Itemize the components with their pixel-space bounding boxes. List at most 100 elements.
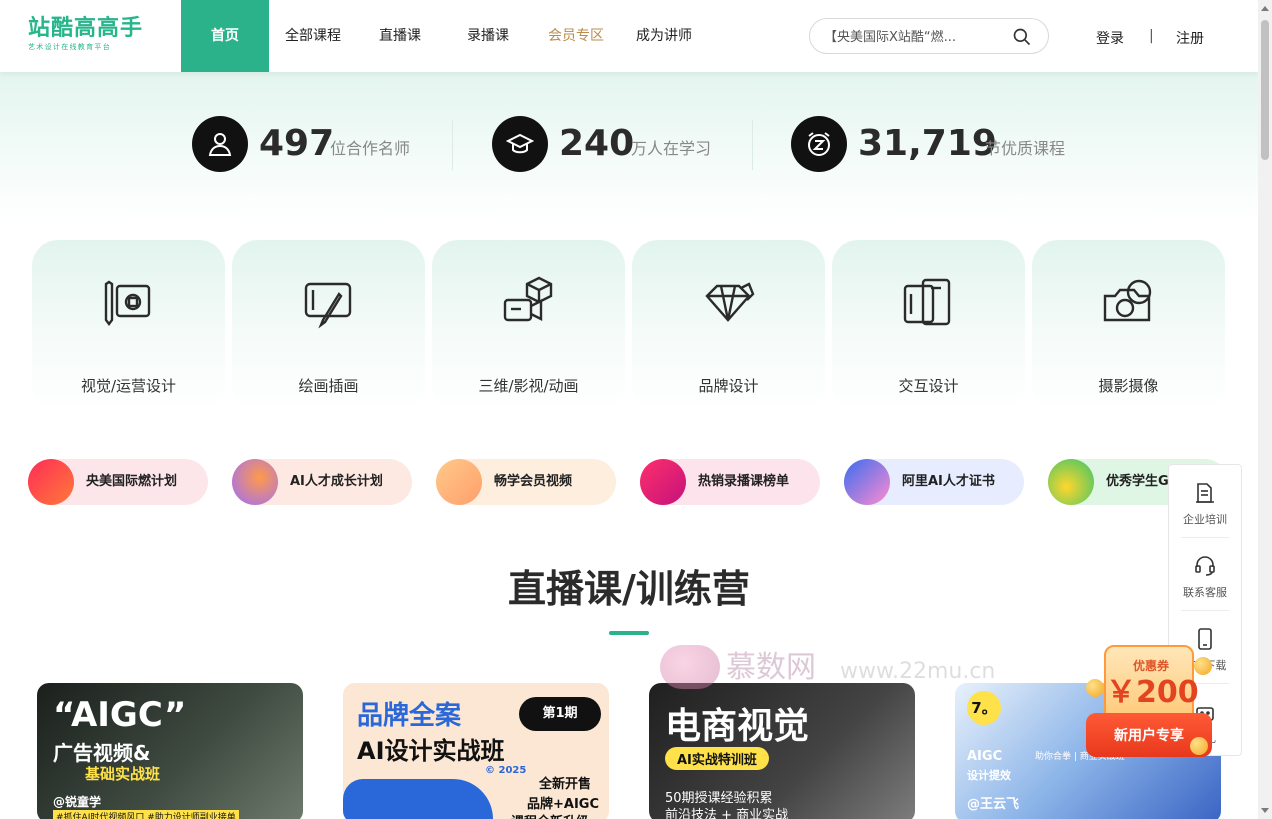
side-item-label: 联系客服 xyxy=(1183,586,1227,599)
nav-home[interactable]: 首页 xyxy=(181,0,269,72)
category-label: 品牌设计 xyxy=(698,377,759,395)
search-icon[interactable] xyxy=(1012,27,1032,47)
course-line: 前沿技法 + 商业实战 xyxy=(665,808,789,819)
stat-learners-number: 240 xyxy=(559,123,635,164)
devices-icon xyxy=(903,278,951,326)
ranking-logo-icon xyxy=(640,459,686,505)
nav-become-lecturer[interactable]: 成为讲师 xyxy=(628,0,700,72)
course-title: AIGC xyxy=(967,749,1003,764)
program-label: AI人才成长计划 xyxy=(290,474,383,489)
camera-icon xyxy=(1103,279,1152,322)
ai-growth-logo-icon xyxy=(232,459,278,505)
program-cafa-burn-plan[interactable]: 央美国际燃计划 xyxy=(28,459,208,505)
search-box xyxy=(809,18,1049,54)
course-title: 品牌全案 xyxy=(357,701,462,731)
new-user-coupon[interactable]: 优惠券 ￥200 新用户专享 xyxy=(1086,645,1212,760)
scroll-down-arrow-icon[interactable] xyxy=(1261,808,1269,813)
course-line: 课程全新升级 xyxy=(511,811,589,819)
site-header: 站酷高高手 艺术设计在线教育平台 首页 全部课程 直播课 录播课 会员专区 成为… xyxy=(0,0,1258,72)
program-hot-recorded-ranking[interactable]: 热销录播课榜单 xyxy=(640,459,820,505)
course-year: © 2025 xyxy=(485,765,527,776)
drawing-tablet-icon xyxy=(304,282,352,329)
customer-service-icon xyxy=(1195,556,1215,576)
program-ali-ai-certificate[interactable]: 阿里AI人才证书 xyxy=(844,459,1024,505)
category-interaction-design[interactable]: 交互设计 xyxy=(832,240,1025,412)
course-subtitle: AI设计实战班 xyxy=(357,737,505,765)
nav-all-courses[interactable]: 全部课程 xyxy=(276,0,350,72)
category-brand-design[interactable]: 品牌设计 xyxy=(632,240,825,412)
course-subtitle: 设计提效 xyxy=(967,769,1011,782)
coin-icon xyxy=(1194,657,1212,675)
course-note: #抓住AI时代视频风口 #助力设计师副业接单 xyxy=(53,810,239,819)
course-issue-badge: 第1期 xyxy=(519,697,601,731)
auth-separator: | xyxy=(1149,28,1154,44)
side-customer-service[interactable]: 联系客服 xyxy=(1169,538,1241,610)
register-link[interactable]: 注册 xyxy=(1176,28,1204,48)
program-label: 优秀学生G xyxy=(1106,474,1169,489)
login-link[interactable]: 登录 xyxy=(1096,28,1124,48)
site-logo[interactable]: 站酷高高手 艺术设计在线教育平台 xyxy=(28,16,148,56)
category-photography[interactable]: 摄影摄像 xyxy=(1032,240,1225,412)
program-label: 央美国际燃计划 xyxy=(86,474,178,489)
stat-teachers-number: 497 xyxy=(259,123,335,164)
side-enterprise-training[interactable]: 企业培训 xyxy=(1169,465,1241,537)
stat-learners: 240 万人在学习 xyxy=(492,116,732,172)
program-label: 畅学会员视频 xyxy=(494,474,573,489)
course-title: 电商视觉 xyxy=(665,706,810,747)
visual-design-icon xyxy=(104,280,151,326)
camera-3d-icon xyxy=(503,276,553,322)
category-drawing[interactable]: 绘画插画 xyxy=(232,240,425,412)
program-label: 阿里AI人才证书 xyxy=(902,474,995,489)
course-title: “AIGC” xyxy=(53,695,187,735)
certificate-logo-icon xyxy=(844,459,890,505)
stat-courses-number: 31,719 xyxy=(858,123,997,164)
logo-tagline: 艺术设计在线教育平台 xyxy=(28,43,111,51)
course-line: 全新开售 xyxy=(539,777,592,792)
coupon-kicker: 优惠券 xyxy=(1132,659,1169,673)
category-label: 视觉/运营设计 xyxy=(80,377,177,395)
course-blue-shape xyxy=(343,779,493,819)
nav-vip-zone[interactable]: 会员专区 xyxy=(541,0,611,72)
stat-teachers: 497 位合作名师 xyxy=(192,116,432,172)
stat-courses-label: 节优质课程 xyxy=(985,139,1066,158)
category-3d-video-animation[interactable]: 三维/影视/动画 xyxy=(432,240,625,412)
scrollbar-thumb[interactable] xyxy=(1261,20,1269,160)
scroll-up-arrow-icon[interactable] xyxy=(1261,6,1269,11)
teacher-icon xyxy=(192,116,248,172)
stat-learners-label: 万人在学习 xyxy=(631,139,712,158)
course-card-ecommerce-visual[interactable]: 电商视觉 AI实战特训班 50期授课经验积累 前沿技法 + 商业实战 xyxy=(649,683,915,819)
section-title: 直播课/训练营 xyxy=(508,567,750,611)
course-tag: AI实战特训班 xyxy=(665,747,769,770)
logo-name: 站酷高高手 xyxy=(28,16,144,41)
coin-icon xyxy=(1190,737,1208,755)
course-tag: 基础实战班 xyxy=(85,765,161,783)
brand-diamond-icon xyxy=(705,282,755,322)
students-logo-icon xyxy=(1048,459,1094,505)
side-item-label: 企业培训 xyxy=(1183,513,1227,526)
coupon-ticket: 优惠券 ￥200 xyxy=(1104,645,1199,723)
course-clock-icon xyxy=(791,116,847,172)
category-label: 绘画插画 xyxy=(298,377,359,395)
program-label: 热销录播课榜单 xyxy=(698,474,790,489)
course-card-brand-ai-design[interactable]: 品牌全案 第1期 AI设计实战班 © 2025 全新开售 品牌+AIGC 课程全… xyxy=(343,683,609,819)
watermark-text: 慕数网 xyxy=(726,650,816,685)
course-author: @锐童学 xyxy=(53,795,102,809)
section-underline xyxy=(609,631,649,635)
nav-recorded-courses[interactable]: 录播课 xyxy=(456,0,520,72)
category-label: 摄影摄像 xyxy=(1098,377,1159,395)
program-member-videos[interactable]: 畅学会员视频 xyxy=(436,459,616,505)
course-author: @王云飞 xyxy=(967,797,1020,812)
search-input[interactable] xyxy=(824,27,1004,47)
category-visual-design[interactable]: 视觉/运营设计 xyxy=(32,240,225,412)
category-label: 三维/影视/动画 xyxy=(478,377,579,395)
course-card-aigc-ad-video[interactable]: “AIGC” 广告视频& 基础实战班 @锐童学 #抓住AI时代视频风口 #助力设… xyxy=(37,683,303,819)
category-label: 交互设计 xyxy=(898,377,959,395)
nav-live-courses[interactable]: 直播课 xyxy=(368,0,432,72)
program-ai-talent-growth[interactable]: AI人才成长计划 xyxy=(232,459,412,505)
course-badge: 7。 xyxy=(967,691,1001,725)
graduation-cap-icon xyxy=(492,116,548,172)
coupon-amount: ￥200 xyxy=(1106,675,1199,710)
stat-courses: 31,719 节优质课程 xyxy=(791,116,1081,172)
watermark-logo-icon xyxy=(660,645,720,689)
page-scrollbar[interactable] xyxy=(1258,0,1272,819)
